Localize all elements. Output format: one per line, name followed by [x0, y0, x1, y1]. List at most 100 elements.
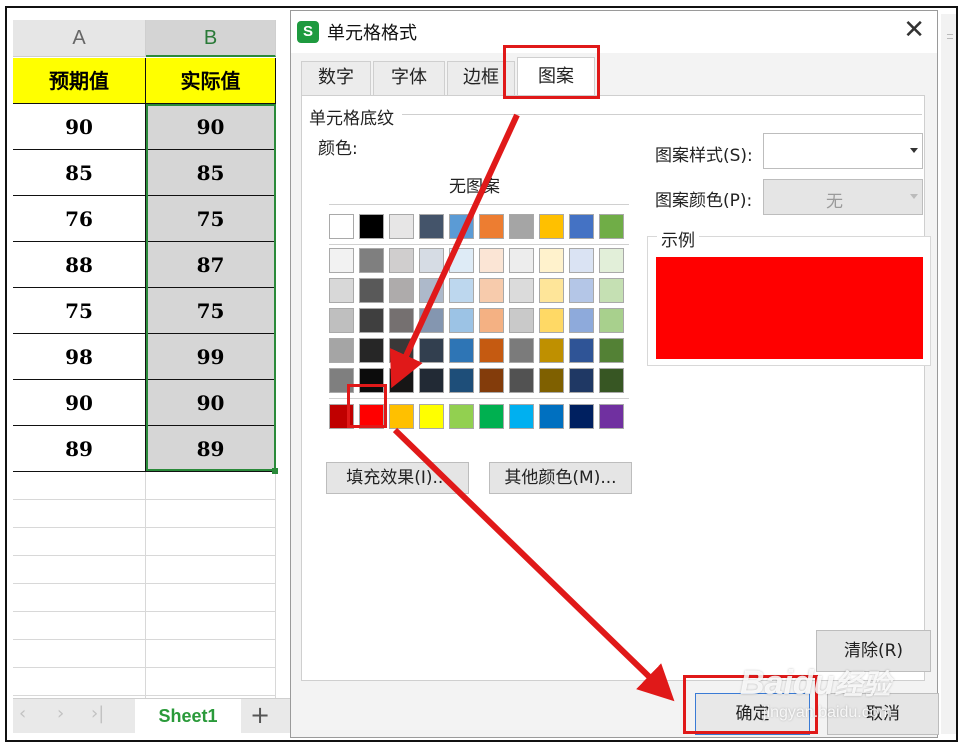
- color-swatch[interactable]: [449, 278, 474, 303]
- color-swatch[interactable]: [389, 248, 414, 273]
- empty-cell[interactable]: [13, 472, 146, 500]
- cell-b[interactable]: 90: [146, 380, 276, 426]
- column-header-a[interactable]: A: [13, 20, 146, 57]
- cell-b[interactable]: 87: [146, 242, 276, 288]
- pattern-style-select[interactable]: [763, 133, 923, 169]
- color-swatch[interactable]: [389, 368, 414, 393]
- cell-a[interactable]: 75: [13, 288, 146, 334]
- color-swatch[interactable]: [509, 214, 534, 239]
- empty-cell[interactable]: [13, 528, 146, 556]
- color-swatch[interactable]: [359, 308, 384, 333]
- header-cell-expected[interactable]: 预期值: [13, 58, 146, 104]
- color-swatch[interactable]: [329, 308, 354, 333]
- color-swatch[interactable]: [329, 338, 354, 363]
- color-swatch[interactable]: [419, 338, 444, 363]
- color-swatch[interactable]: [539, 214, 564, 239]
- color-swatch[interactable]: [599, 278, 624, 303]
- cell-a[interactable]: 85: [13, 150, 146, 196]
- header-cell-actual[interactable]: 实际值: [146, 58, 276, 104]
- color-swatch[interactable]: [539, 338, 564, 363]
- cell-b[interactable]: 89: [146, 426, 276, 472]
- no-pattern-option[interactable]: 无图案: [449, 172, 500, 197]
- color-swatch[interactable]: [419, 278, 444, 303]
- vertical-scrollbar[interactable]: [941, 14, 956, 734]
- color-swatch[interactable]: [569, 248, 594, 273]
- empty-cell[interactable]: [13, 556, 146, 584]
- color-swatch[interactable]: [539, 368, 564, 393]
- cell-b[interactable]: 75: [146, 288, 276, 334]
- fill-effects-button[interactable]: 填充效果(I)...: [326, 462, 469, 494]
- first-sheet-icon[interactable]: ‹: [19, 703, 26, 724]
- color-swatch[interactable]: [419, 248, 444, 273]
- color-swatch[interactable]: [389, 214, 414, 239]
- empty-cell[interactable]: [146, 556, 276, 584]
- empty-cell[interactable]: [146, 500, 276, 528]
- color-swatch[interactable]: [389, 404, 414, 429]
- cell-a[interactable]: 90: [13, 380, 146, 426]
- color-swatch[interactable]: [569, 368, 594, 393]
- color-swatch[interactable]: [419, 214, 444, 239]
- cell-a[interactable]: 98: [13, 334, 146, 380]
- color-swatch[interactable]: [449, 368, 474, 393]
- color-swatch[interactable]: [599, 404, 624, 429]
- color-swatch[interactable]: [359, 248, 384, 273]
- cell-a[interactable]: 76: [13, 196, 146, 242]
- color-swatch[interactable]: [389, 338, 414, 363]
- color-swatch[interactable]: [509, 308, 534, 333]
- empty-cell[interactable]: [13, 500, 146, 528]
- column-header-b[interactable]: B: [146, 20, 276, 57]
- fill-handle[interactable]: [272, 468, 278, 474]
- empty-cell[interactable]: [146, 472, 276, 500]
- cell-b[interactable]: 99: [146, 334, 276, 380]
- color-swatch[interactable]: [449, 404, 474, 429]
- color-swatch[interactable]: [479, 308, 504, 333]
- cell-b[interactable]: 90: [146, 104, 276, 150]
- sheet-tab-sheet1[interactable]: Sheet1: [135, 699, 241, 733]
- color-swatch[interactable]: [599, 214, 624, 239]
- empty-cell[interactable]: [13, 668, 146, 696]
- color-swatch[interactable]: [509, 278, 534, 303]
- color-swatch[interactable]: [509, 248, 534, 273]
- color-swatch[interactable]: [359, 278, 384, 303]
- color-swatch[interactable]: [479, 248, 504, 273]
- more-colors-button[interactable]: 其他颜色(M)...: [489, 462, 632, 494]
- color-swatch[interactable]: [479, 214, 504, 239]
- color-swatch[interactable]: [389, 308, 414, 333]
- cell-b[interactable]: 75: [146, 196, 276, 242]
- color-swatch[interactable]: [449, 248, 474, 273]
- empty-cell[interactable]: [13, 640, 146, 668]
- empty-cell[interactable]: [13, 584, 146, 612]
- close-icon[interactable]: ✕: [903, 15, 925, 45]
- color-swatch[interactable]: [509, 368, 534, 393]
- color-swatch[interactable]: [569, 404, 594, 429]
- empty-cell[interactable]: [146, 528, 276, 556]
- color-swatch[interactable]: [449, 338, 474, 363]
- color-swatch[interactable]: [359, 338, 384, 363]
- tab-font[interactable]: 字体: [373, 61, 445, 95]
- color-swatch[interactable]: [329, 214, 354, 239]
- empty-cell[interactable]: [146, 612, 276, 640]
- color-swatch[interactable]: [359, 214, 384, 239]
- color-swatch[interactable]: [479, 338, 504, 363]
- color-swatch[interactable]: [509, 338, 534, 363]
- color-swatch[interactable]: [569, 308, 594, 333]
- color-swatch[interactable]: [569, 278, 594, 303]
- pattern-color-select[interactable]: 无: [763, 179, 923, 215]
- color-swatch[interactable]: [419, 308, 444, 333]
- color-swatch[interactable]: [539, 404, 564, 429]
- color-swatch[interactable]: [479, 278, 504, 303]
- color-swatch[interactable]: [329, 278, 354, 303]
- color-swatch[interactable]: [569, 338, 594, 363]
- cell-a[interactable]: 89: [13, 426, 146, 472]
- empty-cell[interactable]: [146, 668, 276, 696]
- cell-b[interactable]: 85: [146, 150, 276, 196]
- tab-number[interactable]: 数字: [301, 61, 371, 95]
- color-swatch[interactable]: [599, 338, 624, 363]
- color-swatch[interactable]: [329, 248, 354, 273]
- next-sheet-icon[interactable]: ›: [57, 703, 64, 724]
- add-sheet-icon[interactable]: +: [245, 699, 275, 733]
- empty-cell[interactable]: [146, 584, 276, 612]
- color-swatch[interactable]: [389, 278, 414, 303]
- cell-a[interactable]: 88: [13, 242, 146, 288]
- empty-cell[interactable]: [146, 640, 276, 668]
